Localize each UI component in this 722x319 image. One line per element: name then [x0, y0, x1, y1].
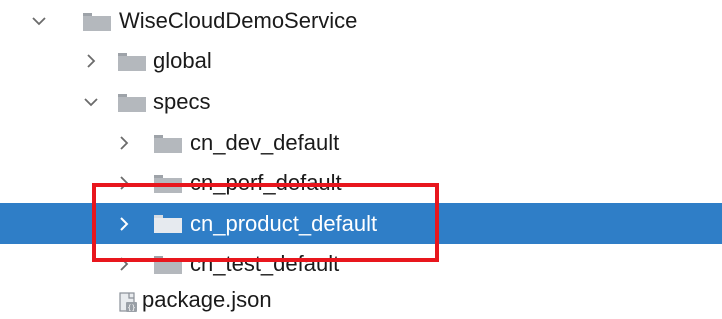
chevron-right-icon[interactable] — [114, 245, 134, 283]
tree-item-label: package.json — [142, 287, 272, 312]
folder-icon — [83, 13, 111, 31]
tree-item-label: cn_dev_default — [190, 130, 340, 155]
tree-item-global[interactable]: global — [0, 42, 722, 80]
svg-text:{}: {} — [127, 304, 135, 312]
chevron-down-icon[interactable] — [29, 2, 49, 40]
folder-icon — [154, 215, 182, 233]
tree-item-cn-test-default[interactable]: cn_test_default — [0, 245, 722, 283]
tree-item-label: WiseCloudDemoService — [119, 8, 358, 33]
tree-item-cn-perf-default[interactable]: cn_perf_default — [0, 164, 722, 202]
chevron-right-icon[interactable] — [114, 124, 134, 162]
tree-item-label: cn_product_default — [190, 211, 378, 236]
project-tree: WiseCloudDemoService global specs cn_dev… — [0, 0, 722, 317]
chevron-right-icon[interactable] — [81, 42, 101, 80]
tree-item-label: cn_perf_default — [190, 170, 342, 195]
chevron-right-icon[interactable] — [114, 203, 134, 244]
folder-icon — [118, 53, 146, 71]
folder-icon — [154, 135, 182, 153]
tree-item-cn-dev-default[interactable]: cn_dev_default — [0, 124, 722, 162]
folder-icon — [154, 175, 182, 193]
tree-item-specs[interactable]: specs — [0, 83, 722, 121]
tree-item-label: cn_test_default — [190, 251, 340, 276]
tree-item-label: global — [153, 48, 212, 73]
folder-icon — [154, 256, 182, 274]
folder-icon — [118, 94, 146, 112]
tree-item-label: specs — [153, 89, 211, 114]
chevron-down-icon[interactable] — [81, 83, 101, 121]
json-file-icon: {} — [117, 291, 139, 313]
chevron-right-icon[interactable] — [114, 164, 134, 202]
tree-item-cn-product-default[interactable]: cn_product_default — [0, 203, 722, 244]
tree-item-wiseclouddemoservice[interactable]: WiseCloudDemoService — [0, 2, 722, 40]
tree-item-package-json[interactable]: {} package.json — [0, 281, 722, 319]
